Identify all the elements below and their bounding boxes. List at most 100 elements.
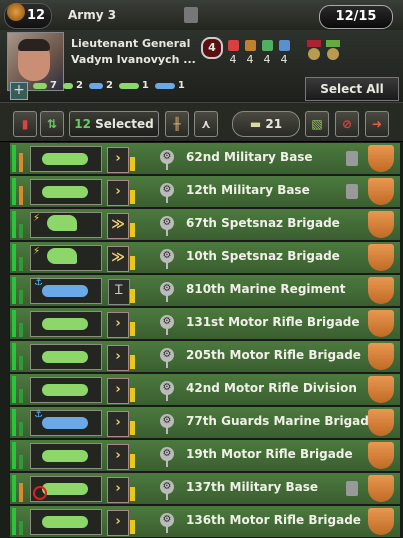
division-name[interactable]: 77th Guards Marine Brigade bbox=[186, 414, 377, 428]
exit-icon[interactable]: ➜ bbox=[365, 111, 389, 137]
division-name[interactable]: 42nd Motor Rifle Division bbox=[186, 381, 357, 395]
army-number-badge[interactable]: 12 bbox=[4, 3, 52, 29]
division-row[interactable]: ⚓ › ⚙ 77th Guards Marine Brigade bbox=[9, 406, 401, 439]
division-type-icon[interactable]: ⚓ bbox=[30, 277, 102, 304]
division-type-icon[interactable] bbox=[30, 344, 102, 370]
commander-icon-stem bbox=[166, 493, 168, 500]
division-type-icon[interactable] bbox=[30, 146, 102, 172]
general-name[interactable]: Vadym Ivanovych ... bbox=[71, 53, 196, 66]
railway-icon[interactable]: ╫ bbox=[165, 111, 189, 137]
strength-bar bbox=[12, 442, 16, 469]
division-name[interactable]: 136th Motor Rifle Brigade bbox=[186, 513, 361, 527]
lightning-icon: ⚡ bbox=[33, 246, 41, 257]
division-type-icon[interactable] bbox=[30, 476, 102, 502]
commander-icon[interactable]: ⚙ bbox=[160, 216, 174, 230]
division-name[interactable]: 62nd Military Base bbox=[186, 150, 313, 164]
cancel-icon[interactable]: ⊘ bbox=[335, 111, 359, 137]
ships-value: 21 bbox=[265, 117, 283, 131]
medal-icon[interactable] bbox=[307, 40, 321, 62]
division-shield-icon[interactable] bbox=[368, 376, 394, 403]
organization-bar bbox=[19, 483, 23, 502]
division-shield-icon[interactable] bbox=[368, 508, 394, 535]
commander-icon[interactable]: ⚙ bbox=[160, 183, 174, 197]
experience-bar bbox=[130, 322, 135, 336]
division-row[interactable]: ⚓ Ꮖ ⚙ 810th Marine Regiment bbox=[9, 274, 401, 307]
division-shield-icon[interactable] bbox=[368, 409, 394, 436]
medal-icon[interactable] bbox=[326, 40, 340, 62]
division-row[interactable]: › ⚙ 136th Motor Rifle Brigade bbox=[9, 505, 401, 538]
division-shield-icon[interactable] bbox=[368, 310, 394, 337]
army-name[interactable]: Army 3 bbox=[68, 8, 116, 22]
commander-icon[interactable]: ⚙ bbox=[160, 282, 174, 296]
division-shield-icon[interactable] bbox=[368, 145, 394, 172]
commander-icon[interactable]: ⚙ bbox=[160, 150, 174, 164]
experience-bar bbox=[130, 388, 135, 402]
division-type-icon[interactable]: ⚡ bbox=[30, 245, 102, 271]
stripes-icon[interactable]: ▧ bbox=[305, 111, 329, 137]
select-all-button[interactable]: Select All bbox=[305, 77, 399, 101]
division-type-icon[interactable] bbox=[30, 509, 102, 535]
disabled-icon bbox=[33, 486, 47, 500]
commander-icon[interactable]: ⚙ bbox=[160, 381, 174, 395]
division-count: 12/15 bbox=[319, 5, 393, 29]
division-name[interactable]: 205th Motor Rifle Brigade bbox=[186, 348, 361, 362]
division-name[interactable]: 67th Spetsnaz Brigade bbox=[186, 216, 340, 230]
division-row[interactable]: › ⚙ 42nd Motor Rifle Division bbox=[9, 373, 401, 406]
division-row[interactable]: › ⚙ 12th Military Base bbox=[9, 175, 401, 208]
paradrop-icon[interactable]: ⋏ bbox=[194, 111, 218, 137]
division-row[interactable]: ⚡ ≫ ⚙ 10th Spetsnaz Brigade bbox=[9, 241, 401, 274]
delete-icon[interactable]: ▮ bbox=[13, 111, 37, 137]
division-shield-icon[interactable] bbox=[368, 343, 394, 370]
division-shield-icon[interactable] bbox=[368, 178, 394, 205]
organization-bar bbox=[19, 323, 23, 337]
division-name[interactable]: 19th Motor Rifle Brigade bbox=[186, 447, 353, 461]
army-number: 12 bbox=[27, 8, 46, 23]
division-shield-icon[interactable] bbox=[368, 442, 394, 469]
division-row[interactable]: › ⚙ 19th Motor Rifle Brigade bbox=[9, 439, 401, 472]
division-shield-icon[interactable] bbox=[368, 475, 394, 502]
commander-icon[interactable]: ⚙ bbox=[160, 348, 174, 362]
commander-icon-stem bbox=[166, 196, 168, 203]
division-type-icon[interactable] bbox=[30, 443, 102, 469]
division-row[interactable]: › ⚙ 62nd Military Base bbox=[9, 142, 401, 175]
division-shield-icon[interactable] bbox=[368, 211, 394, 238]
division-name[interactable]: 10th Spetsnaz Brigade bbox=[186, 249, 340, 263]
division-row[interactable]: › ⚙ 205th Motor Rifle Brigade bbox=[9, 340, 401, 373]
organization-bar bbox=[19, 356, 23, 370]
naval-transport-button[interactable]: ▬ 21 bbox=[232, 111, 300, 137]
division-row[interactable]: › ⚙ 137th Military Base bbox=[9, 472, 401, 505]
division-name[interactable]: 137th Military Base bbox=[186, 480, 318, 494]
composition-item: 2 bbox=[62, 80, 83, 91]
division-row[interactable]: › ⚙ 131st Motor Rifle Brigade bbox=[9, 307, 401, 340]
division-shield-icon[interactable] bbox=[368, 277, 394, 304]
commander-icon[interactable]: ⚙ bbox=[160, 249, 174, 263]
division-name[interactable]: 131st Motor Rifle Brigade bbox=[186, 315, 360, 329]
strength-bar bbox=[12, 475, 16, 502]
organization-bar bbox=[19, 186, 23, 205]
selected-count: 12 bbox=[74, 117, 91, 131]
division-type-icon[interactable]: ⚓ bbox=[30, 409, 102, 436]
division-shield-icon[interactable] bbox=[368, 244, 394, 271]
commander-icon[interactable]: ⚙ bbox=[160, 315, 174, 329]
division-type-icon[interactable] bbox=[30, 179, 102, 205]
experience-icon: ≫ bbox=[107, 213, 129, 239]
division-row[interactable]: ⚡ ≫ ⚙ 67th Spetsnaz Brigade bbox=[9, 208, 401, 241]
motorized-icon bbox=[42, 384, 88, 396]
commander-icon[interactable]: ⚙ bbox=[160, 414, 174, 428]
strength-bar bbox=[12, 211, 16, 238]
reorganize-icon[interactable]: ⇅ bbox=[40, 111, 64, 137]
commander-icon[interactable]: ⚙ bbox=[160, 447, 174, 461]
selected-counter[interactable]: 12 Selected bbox=[69, 111, 159, 137]
division-type-icon[interactable] bbox=[30, 311, 102, 337]
assign-general-button[interactable]: + bbox=[10, 82, 28, 100]
experience-icon: › bbox=[107, 147, 129, 173]
division-name[interactable]: 12th Military Base bbox=[186, 183, 310, 197]
division-type-icon[interactable] bbox=[30, 377, 102, 403]
commander-icon[interactable]: ⚙ bbox=[160, 480, 174, 494]
general-rank: Lieutenant General bbox=[71, 37, 191, 50]
division-type-icon[interactable]: ⚡ bbox=[30, 212, 102, 238]
general-level-badge: 4 bbox=[201, 37, 223, 59]
division-name[interactable]: 810th Marine Regiment bbox=[186, 282, 345, 296]
commander-icon[interactable]: ⚙ bbox=[160, 513, 174, 527]
lightning-icon: ⚡ bbox=[33, 213, 41, 224]
